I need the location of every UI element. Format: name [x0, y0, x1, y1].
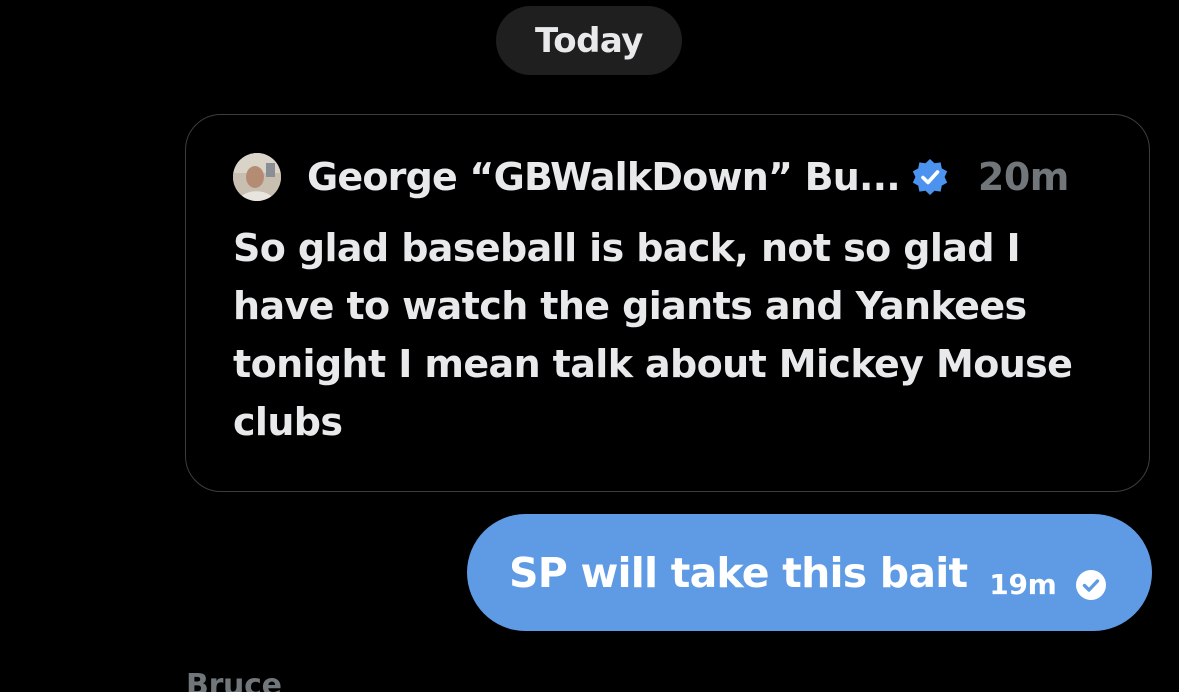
date-separator-label: Today: [535, 20, 643, 61]
quoted-post-card[interactable]: George “GBWalkDown” Bu... 20m So glad ba…: [185, 114, 1150, 492]
date-separator-pill: Today: [496, 6, 682, 75]
quoted-post-text: So glad baseball is back, not so glad I …: [233, 226, 1073, 444]
dm-conversation-view: Today George “GBWalkDown” Bu... 20m So g…: [0, 0, 1179, 692]
verified-badge-icon: [912, 159, 948, 195]
read-check-icon: [1075, 569, 1106, 600]
avatar-image: [233, 153, 281, 201]
quoted-post-timestamp: 20m: [977, 155, 1069, 199]
author-avatar[interactable]: [233, 153, 281, 201]
sent-message-bubble[interactable]: SP will take this bait 19m: [467, 514, 1152, 631]
sent-message-timestamp: 19m: [989, 568, 1057, 601]
quoted-post-header: George “GBWalkDown” Bu... 20m: [233, 149, 1113, 205]
sent-message-text: SP will take this bait: [509, 548, 968, 597]
next-message-sender-name: Bruce: [186, 668, 282, 692]
author-name[interactable]: George “GBWalkDown” Bu...: [307, 155, 901, 199]
